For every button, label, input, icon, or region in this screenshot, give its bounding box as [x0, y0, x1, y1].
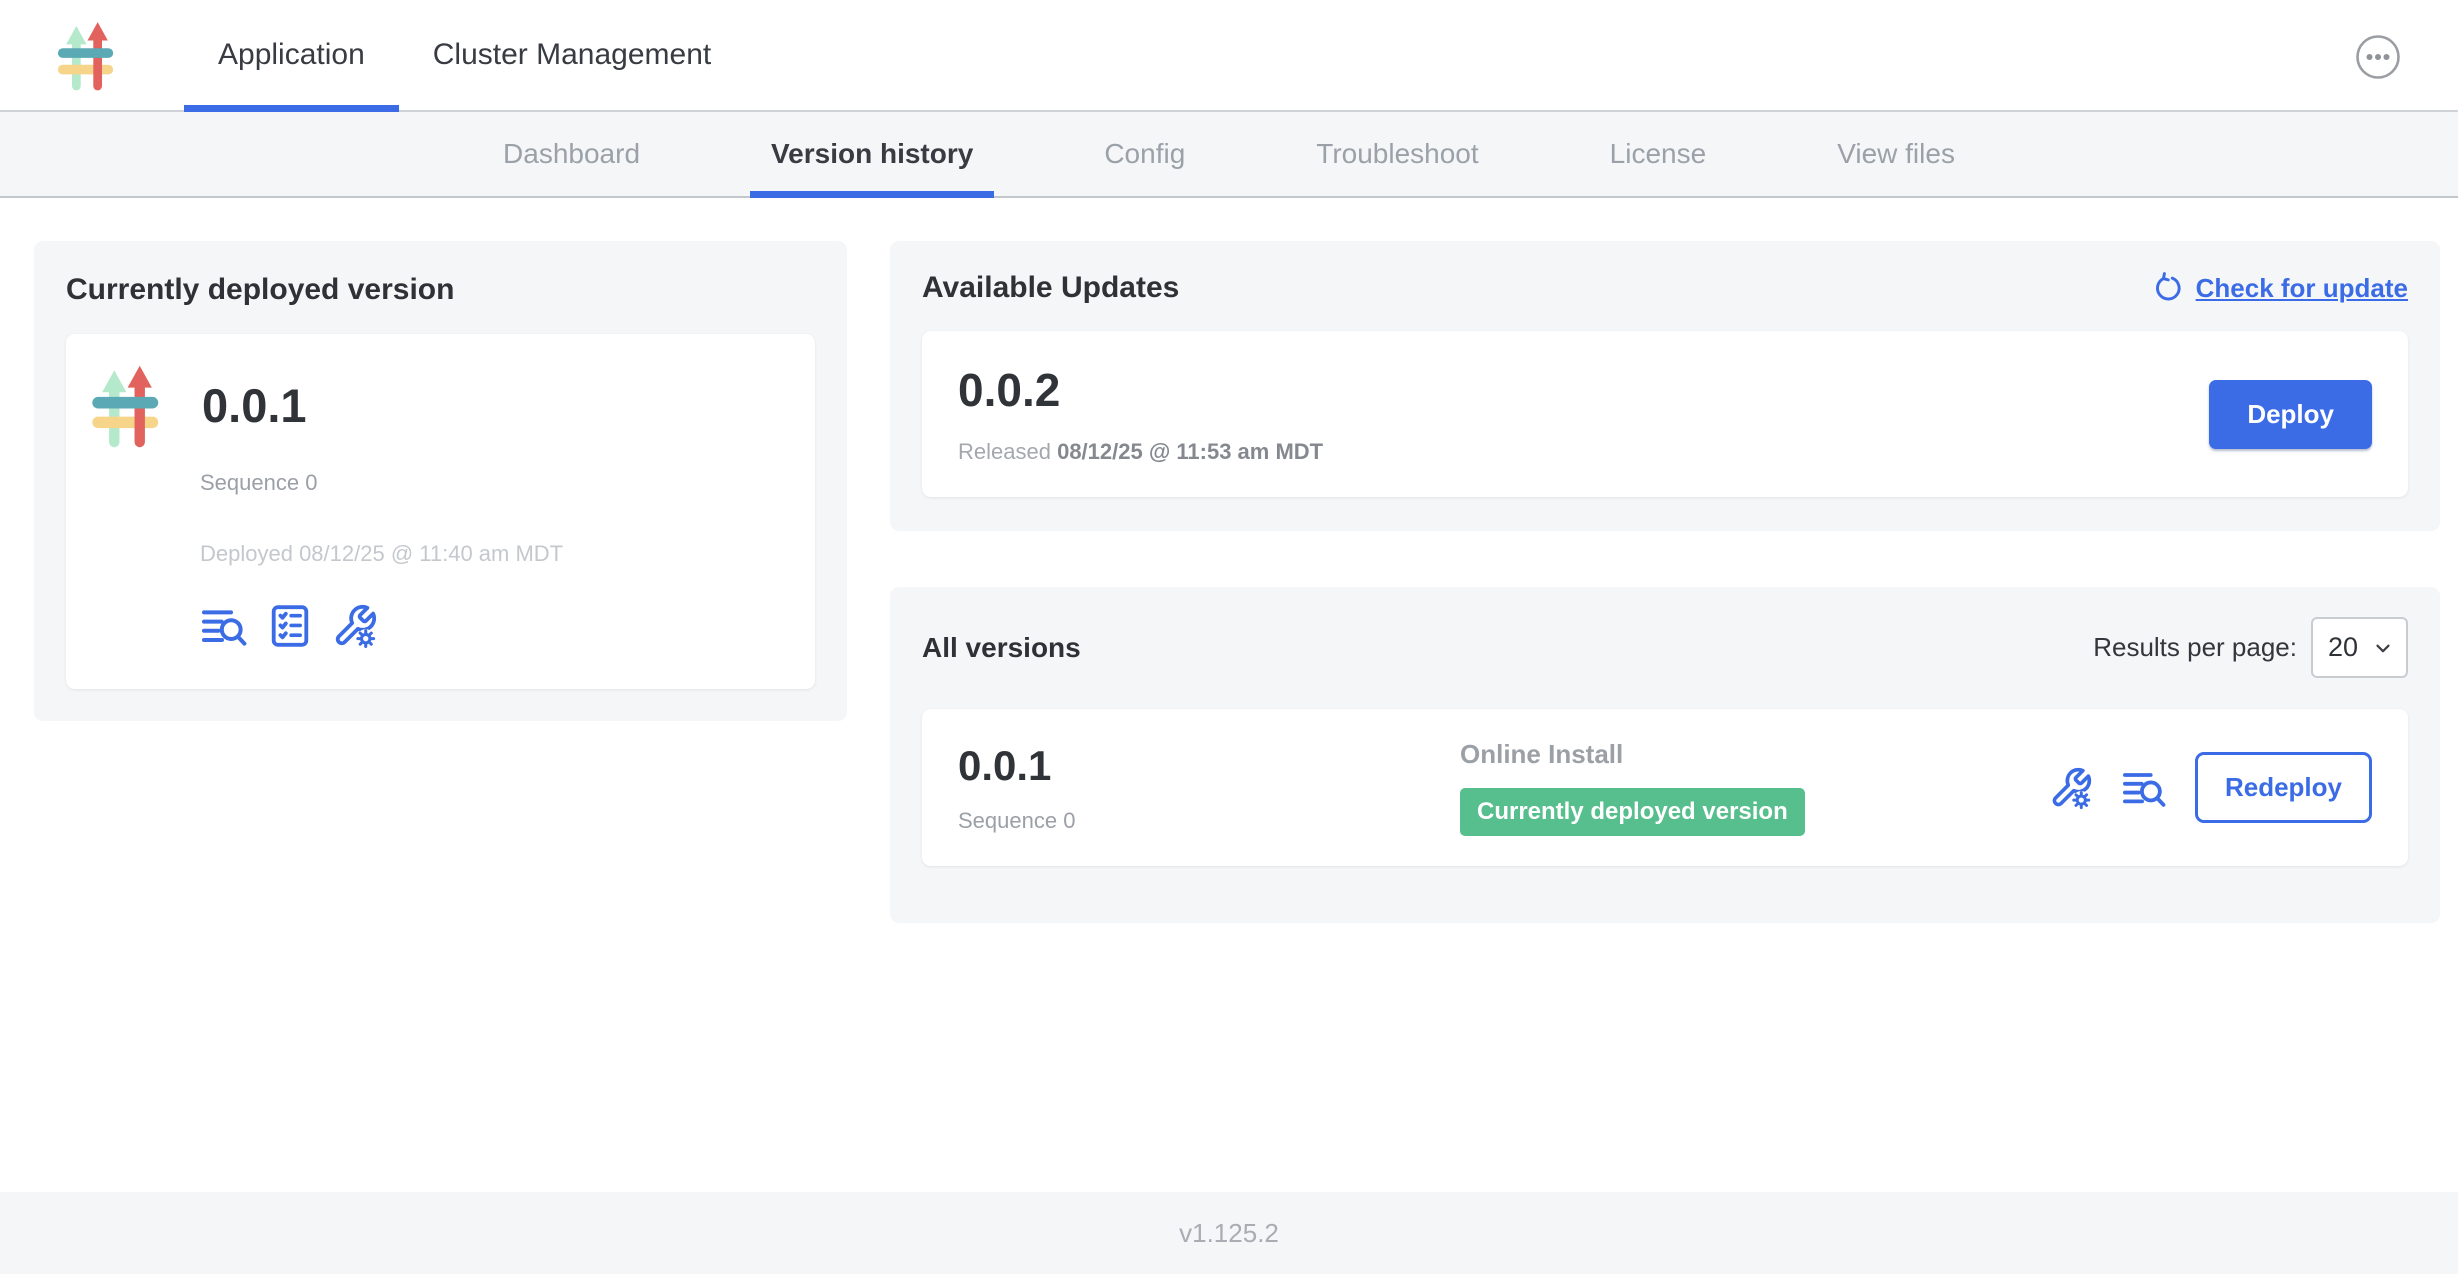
released-prefix: Released	[958, 439, 1057, 464]
all-versions-panel: All versions Results per page: 20 0.0.	[890, 587, 2440, 923]
current-deployed-timestamp: Deployed 08/12/25 @ 11:40 am MDT	[200, 541, 791, 567]
config-wrench-icon	[332, 603, 378, 649]
page-footer: v1.125.2	[0, 1192, 2458, 1274]
subnav-view-files[interactable]: View files	[1816, 112, 1976, 196]
app-subnav: Dashboard Version history Config Trouble…	[0, 112, 2458, 198]
row-edit-config-button[interactable]	[2049, 766, 2093, 810]
redeploy-button[interactable]: Redeploy	[2195, 752, 2372, 823]
subnav-dashboard[interactable]: Dashboard	[482, 112, 661, 196]
current-version-number: 0.0.1	[202, 378, 307, 433]
chevron-down-icon	[2372, 637, 2394, 659]
currently-deployed-panel: Currently deployed version 0.0.1 Sequenc…	[34, 241, 847, 721]
refresh-icon	[2152, 272, 2184, 304]
row-version-number: 0.0.1	[958, 742, 1460, 790]
header-tabs: Application Cluster Management	[184, 0, 745, 110]
tab-application-label: Application	[218, 38, 365, 72]
subnav-config[interactable]: Config	[1083, 112, 1206, 196]
view-diff-logs-button[interactable]	[200, 604, 248, 648]
active-subnav-underline	[750, 191, 994, 198]
top-header: Application Cluster Management	[0, 0, 2458, 112]
row-install-type: Online Install	[1460, 739, 2049, 770]
diff-logs-icon	[2121, 767, 2167, 809]
subnav-view-files-label: View files	[1837, 138, 1955, 170]
config-wrench-icon	[2049, 766, 2093, 810]
current-sequence: Sequence 0	[200, 470, 791, 496]
subnav-license-label: License	[1610, 138, 1707, 170]
currently-deployed-card: 0.0.1 Sequence 0 Deployed 08/12/25 @ 11:…	[66, 334, 815, 689]
results-per-page-select[interactable]: 20	[2311, 617, 2408, 678]
overflow-menu-button[interactable]	[2354, 33, 2402, 81]
subnav-troubleshoot[interactable]: Troubleshoot	[1295, 112, 1499, 196]
row-sequence: Sequence 0	[958, 808, 1460, 834]
preflight-checks-icon	[267, 603, 313, 649]
diff-logs-icon	[200, 604, 248, 648]
available-updates-title: Available Updates	[922, 271, 1179, 305]
all-versions-title: All versions	[922, 632, 1081, 664]
main-content: Currently deployed version 0.0.1 Sequenc…	[0, 198, 2458, 1192]
app-logo-icon	[90, 362, 164, 448]
app-logo-icon	[56, 19, 118, 91]
subnav-version-history[interactable]: Version history	[750, 112, 994, 196]
deploy-button[interactable]: Deploy	[2209, 380, 2372, 449]
check-for-update-link[interactable]: Check for update	[2152, 272, 2408, 304]
active-tab-underline	[184, 105, 399, 112]
update-version-number: 0.0.2	[958, 363, 1323, 417]
results-per-page-value: 20	[2328, 632, 2358, 663]
check-for-update-label: Check for update	[2196, 273, 2408, 304]
row-view-diff-logs-button[interactable]	[2121, 767, 2167, 809]
edit-config-button[interactable]	[332, 603, 378, 649]
subnav-license[interactable]: License	[1589, 112, 1728, 196]
ellipsis-circle-icon	[2354, 33, 2402, 81]
update-row: 0.0.2 Released 08/12/25 @ 11:53 am MDT D…	[922, 331, 2408, 497]
available-updates-panel: Available Updates Check for update 0.0.2…	[890, 241, 2440, 531]
released-date: 08/12/25 @ 11:53 am MDT	[1057, 439, 1323, 464]
admin-console-page: Application Cluster Management Dashboard…	[0, 0, 2458, 1274]
subnav-dashboard-label: Dashboard	[503, 138, 640, 170]
app-logo	[56, 0, 118, 110]
currently-deployed-badge: Currently deployed version	[1460, 788, 1805, 836]
tab-application[interactable]: Application	[184, 0, 399, 110]
subnav-config-label: Config	[1104, 138, 1185, 170]
tab-cluster-management[interactable]: Cluster Management	[399, 0, 745, 110]
subnav-version-history-label: Version history	[771, 138, 973, 170]
results-per-page-label: Results per page:	[2093, 632, 2297, 663]
currently-deployed-title: Currently deployed version	[66, 273, 815, 307]
console-version: v1.125.2	[1179, 1218, 1279, 1249]
tab-cluster-management-label: Cluster Management	[433, 38, 711, 72]
update-released-line: Released 08/12/25 @ 11:53 am MDT	[958, 439, 1323, 465]
subnav-troubleshoot-label: Troubleshoot	[1316, 138, 1478, 170]
version-row: 0.0.1 Sequence 0 Online Install Currentl…	[922, 709, 2408, 866]
right-column: Available Updates Check for update 0.0.2…	[890, 241, 2440, 923]
preflight-checks-button[interactable]	[267, 603, 313, 649]
